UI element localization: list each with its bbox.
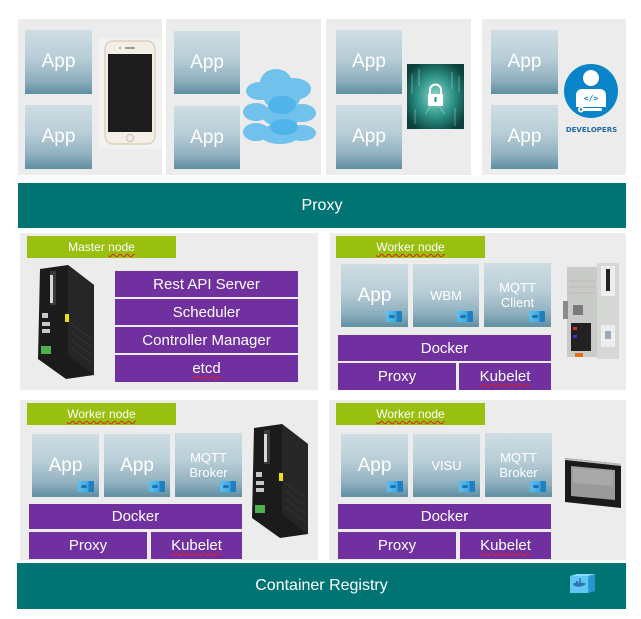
master-component-etcd: etcd [115, 355, 298, 382]
docker-container-icon [567, 573, 597, 595]
smartphone-icon [99, 38, 162, 149]
master-node-label-squiggle-word: node [108, 240, 135, 254]
client-panel-developers: App App </> DEVELOPERS [482, 19, 626, 175]
container-app: App [341, 434, 408, 497]
svg-text:</>: </> [584, 94, 599, 103]
master-component-rest-api-server: Rest API Server [115, 271, 298, 297]
docker-runtime-bar: Docker [338, 335, 551, 361]
master-node-label: Master node [27, 236, 176, 258]
master-node-label-text: Master node [68, 240, 135, 254]
master-component-scheduler: Scheduler [115, 299, 298, 325]
master-node-panel: Master node Rest API Server Scheduler Co… [20, 233, 318, 390]
worker-node-panel-ipc: Worker node App App MQTT Broker Docker P… [20, 400, 318, 560]
container-app-label: App [357, 284, 392, 306]
app-box: App [491, 105, 558, 169]
app-box: App [174, 31, 240, 94]
worker-node-label-text: Worker node [376, 240, 445, 254]
worker-node-panel-touch: Worker node App VISU MQTT Broker Docker … [329, 400, 626, 560]
container-visu: VISU [413, 434, 480, 497]
worker-node-label: Worker node [336, 236, 485, 258]
proxy-bar: Proxy [18, 183, 626, 228]
plc-controller-icon [561, 261, 625, 363]
docker-container-icon [386, 311, 402, 322]
docker-container-icon [530, 481, 546, 492]
container-mqtt-client-label: MQTT Client [499, 280, 536, 310]
container-wbm: WBM [413, 264, 479, 327]
app-box: App [491, 30, 558, 94]
touch-panel-icon [563, 456, 623, 510]
kubelet-text: Kubelet [480, 537, 531, 554]
worker-kubelet-block: Kubelet [459, 363, 551, 390]
worker-node-label-text: Worker node [376, 407, 445, 421]
container-mqtt-broker-label: MQTT Broker [499, 450, 538, 480]
etcd-text: etcd [192, 360, 221, 377]
kubelet-text: Kubelet [171, 537, 222, 554]
docker-runtime-bar: Docker [29, 504, 242, 529]
container-mqtt-client: MQTT Client [484, 263, 551, 327]
app-box: App [336, 105, 402, 169]
cloud-icon [242, 57, 321, 152]
container-registry-label: Container Registry [255, 577, 388, 594]
docker-runtime-bar: Docker [338, 504, 551, 529]
client-panel-security: App App [326, 19, 471, 175]
kubelet-text: Kubelet [479, 368, 531, 385]
worker-node-panel-plc: Worker node App WBM MQTT Client Docker P… [330, 233, 626, 390]
app-box: App [336, 30, 402, 94]
worker-proxy-block: Proxy [338, 363, 456, 390]
developers-icon: </> [560, 63, 622, 119]
industrial-pc-icon [248, 422, 310, 540]
container-mqtt-broker-label: MQTT Broker [189, 450, 228, 480]
container-app: App [341, 264, 408, 327]
docker-container-icon [459, 481, 475, 492]
app-box: App [174, 106, 240, 169]
developers-caption: DEVELOPERS [565, 126, 618, 134]
master-component-controller-manager: Controller Manager [115, 327, 298, 353]
docker-container-icon [220, 481, 236, 492]
docker-container-icon [457, 311, 473, 322]
docker-container-icon [529, 311, 545, 322]
container-visu-label: VISU [431, 458, 462, 473]
docker-container-icon [149, 481, 165, 492]
client-panel-cloud: App App [166, 19, 321, 175]
client-panel-mobile: App App [18, 19, 162, 175]
worker-node-label: Worker node [336, 403, 485, 425]
app-box: App [25, 105, 92, 169]
container-mqtt-broker: MQTT Broker [485, 433, 552, 497]
security-lock-icon [407, 64, 464, 129]
worker-proxy-block: Proxy [29, 532, 147, 559]
container-app-label: App [48, 454, 83, 476]
worker-node-label: Worker node [27, 403, 176, 425]
container-app: App [104, 434, 170, 497]
container-app-label: App [120, 454, 154, 476]
container-registry-bar: Container Registry [17, 563, 626, 609]
docker-container-icon [78, 481, 94, 492]
app-box: App [25, 30, 92, 94]
container-app: App [32, 434, 99, 497]
worker-proxy-block: Proxy [338, 532, 456, 559]
container-mqtt-broker: MQTT Broker [175, 433, 242, 497]
industrial-pc-icon [34, 263, 96, 381]
worker-kubelet-block: Kubelet [460, 532, 551, 559]
container-wbm-label: WBM [430, 288, 462, 303]
docker-container-icon [387, 481, 403, 492]
container-app-label: App [357, 454, 392, 476]
worker-kubelet-block: Kubelet [151, 532, 242, 559]
worker-node-label-text: Worker node [67, 407, 136, 421]
